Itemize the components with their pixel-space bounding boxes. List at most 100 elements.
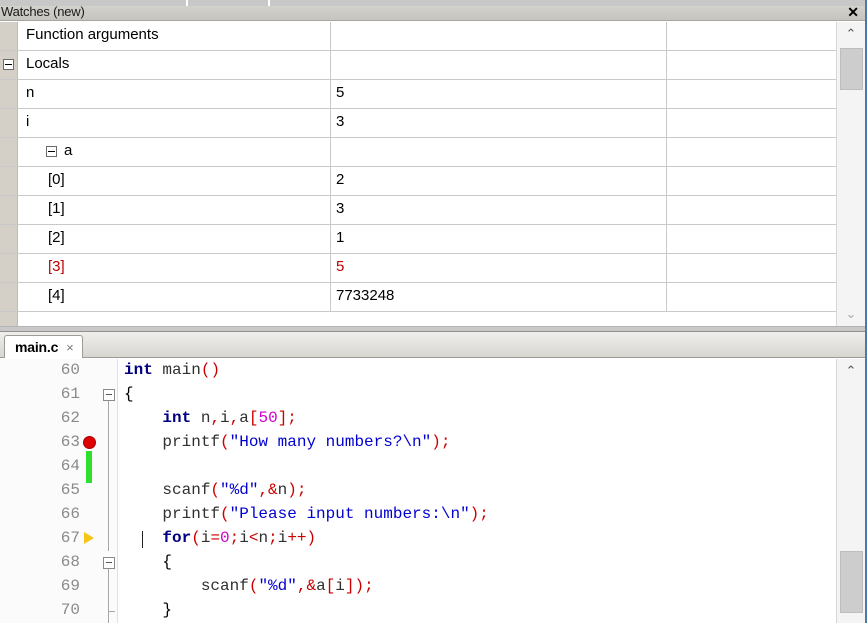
code-line[interactable]: [118, 455, 836, 479]
marker-row[interactable]: [80, 503, 102, 527]
code-line-text: }: [124, 601, 173, 619]
marker-row[interactable]: [80, 359, 102, 383]
fold-line: [108, 431, 109, 455]
breakpoint-icon[interactable]: [83, 436, 96, 449]
code-line[interactable]: int main(): [118, 359, 836, 383]
watch-value: 5: [336, 84, 345, 101]
line-number-row: 60: [0, 359, 80, 383]
fold-row[interactable]: [102, 359, 117, 383]
line-number: 70: [60, 601, 80, 619]
column-divider: [330, 51, 331, 79]
line-number: 63: [60, 433, 80, 451]
column-divider: [330, 109, 331, 137]
code-line[interactable]: scanf("%d",&n);: [118, 479, 836, 503]
code-line[interactable]: }: [118, 599, 836, 623]
watch-row[interactable]: Function arguments: [0, 22, 836, 51]
marker-row[interactable]: [80, 451, 102, 483]
code-line-text: int n,i,a[50];: [162, 409, 297, 427]
watches-row-list: Function arguments Locals n 5 i 3 a [0] 2 [1] 3 [2]…: [0, 22, 836, 326]
tab-close-icon[interactable]: ×: [66, 340, 74, 355]
fold-line: [108, 575, 109, 599]
line-number-row: 67: [0, 527, 80, 551]
fold-row[interactable]: [102, 431, 117, 455]
column-divider: [666, 109, 667, 137]
watches-scrollbar[interactable]: ⌃ ⌄: [836, 22, 865, 326]
fold-row[interactable]: [102, 527, 117, 551]
column-divider: [330, 283, 331, 311]
watch-name: [2]: [48, 229, 65, 246]
marker-row[interactable]: [80, 407, 102, 431]
column-divider: [666, 283, 667, 311]
watch-name: [0]: [48, 171, 65, 188]
scrollbar-thumb[interactable]: [840, 48, 863, 90]
tab-main-c[interactable]: main.c ×: [4, 335, 83, 358]
marker-gutter[interactable]: [80, 359, 102, 623]
scroll-up-icon[interactable]: ⌃: [837, 22, 865, 46]
marker-row[interactable]: [80, 575, 102, 599]
line-number: 68: [60, 553, 80, 571]
fold-gutter[interactable]: [102, 359, 118, 623]
watch-name: i: [26, 113, 30, 130]
column-divider: [330, 254, 331, 282]
fold-row[interactable]: [102, 503, 117, 527]
line-number: 62: [60, 409, 80, 427]
watches-grid: Function arguments Locals n 5 i 3 a [0] 2 [1] 3 [2]…: [0, 22, 865, 326]
code-area[interactable]: 60 61 62 63 64 65 66 67 68 69 70 int main() { int n…: [0, 359, 865, 623]
watch-row[interactable]: [1] 3: [0, 196, 836, 225]
watch-name: [4]: [48, 287, 65, 304]
watch-name: [1]: [48, 200, 65, 217]
code-line[interactable]: {: [118, 551, 836, 575]
fold-row[interactable]: [102, 575, 117, 599]
watches-panel: Watches (new) ✕ Function arguments Locals…: [0, 4, 865, 326]
fold-row[interactable]: [102, 455, 117, 479]
watch-name: Function arguments: [26, 26, 159, 43]
watch-row[interactable]: i3: [0, 109, 836, 138]
watch-row[interactable]: Locals: [0, 51, 836, 80]
marker-row[interactable]: [80, 479, 102, 503]
editor-scrollbar[interactable]: ⌃: [836, 359, 865, 623]
scroll-up-icon[interactable]: ⌃: [837, 359, 865, 383]
fold-line: [108, 527, 109, 551]
watch-row[interactable]: [2] 1: [0, 225, 836, 254]
marker-row[interactable]: [80, 527, 102, 551]
fold-row[interactable]: [102, 479, 117, 503]
fold-collapse-icon[interactable]: [103, 557, 115, 569]
watch-row[interactable]: n5: [0, 80, 836, 109]
editor-panel: main.c × 60 61 62 63 64 65 66 67 68 69 70 int main…: [0, 332, 865, 623]
collapse-icon[interactable]: [46, 146, 57, 157]
code-line[interactable]: for(i=0;i<n;i++): [118, 527, 836, 551]
column-divider: [666, 51, 667, 79]
marker-row[interactable]: [80, 551, 102, 575]
code-line[interactable]: printf("Please input numbers:\n");: [118, 503, 836, 527]
column-divider: [666, 80, 667, 108]
watch-value: 2: [336, 171, 345, 188]
code-line[interactable]: scanf("%d",&a[i]);: [118, 575, 836, 599]
code-line-text: for(i=0;i<n;i++): [162, 529, 317, 547]
column-divider: [330, 167, 331, 195]
marker-row[interactable]: [80, 383, 102, 407]
watch-row[interactable]: [3] 5: [0, 254, 836, 283]
fold-row[interactable]: [102, 599, 117, 623]
fold-row[interactable]: [102, 383, 117, 407]
watch-name: a: [64, 142, 73, 159]
line-number-row: 66: [0, 503, 80, 527]
watch-row[interactable]: [4] 7733248: [0, 283, 836, 312]
watch-row[interactable]: [0] 2: [0, 167, 836, 196]
scrollbar-thumb[interactable]: [840, 551, 863, 613]
scroll-down-icon[interactable]: ⌄: [837, 302, 865, 326]
close-icon[interactable]: ✕: [847, 4, 859, 20]
code-line[interactable]: printf("How many numbers?\n");: [118, 431, 836, 455]
fold-row[interactable]: [102, 551, 117, 575]
code-text[interactable]: int main() { int n,i,a[50]; printf("How m…: [118, 359, 836, 623]
column-divider: [330, 22, 331, 50]
watches-title-bar: Watches (new) ✕: [0, 4, 865, 21]
marker-row[interactable]: [80, 599, 102, 623]
code-line[interactable]: {: [118, 383, 836, 407]
fold-collapse-icon[interactable]: [103, 389, 115, 401]
code-line[interactable]: int n,i,a[50];: [118, 407, 836, 431]
watch-row[interactable]: a: [0, 138, 836, 167]
watch-value: 7733248: [336, 287, 395, 304]
line-number-gutter: 60 61 62 63 64 65 66 67 68 69 70: [0, 359, 80, 623]
fold-row[interactable]: [102, 407, 117, 431]
collapse-icon[interactable]: [3, 59, 14, 70]
